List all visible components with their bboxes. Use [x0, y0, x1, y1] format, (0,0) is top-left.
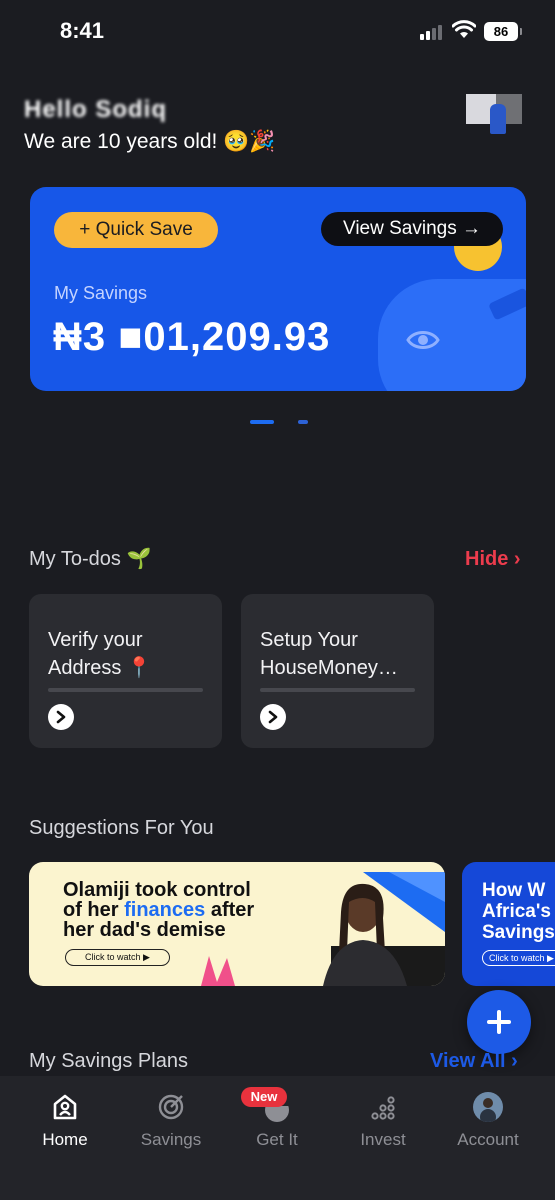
cellular-signal-icon: [420, 24, 446, 40]
target-icon: [158, 1094, 184, 1120]
nav-account[interactable]: Account: [438, 1092, 538, 1150]
suggestions-title: Suggestions For You: [29, 817, 214, 839]
click-to-watch-button[interactable]: Click to watch ▶: [65, 949, 170, 966]
view-savings-button[interactable]: View Savings →: [321, 212, 503, 246]
home-icon: [53, 1094, 77, 1120]
nav-invest[interactable]: Invest: [333, 1092, 433, 1150]
nav-savings[interactable]: Savings: [121, 1092, 221, 1150]
banner-headline: Olamiji took control of her finances aft…: [63, 879, 255, 941]
carousel-dot-active: [250, 420, 274, 424]
flower-decoration: [201, 956, 235, 986]
savings-plans-title: My Savings Plans: [29, 1050, 188, 1072]
invest-icon: [371, 1096, 395, 1120]
status-bar: 8:41 86: [0, 0, 555, 64]
eye-icon[interactable]: [406, 327, 440, 353]
click-to-watch-button[interactable]: Click to watch ▶: [482, 950, 555, 966]
bottom-navigation: Home Savings Get It New Invest Account: [0, 1076, 555, 1200]
greeting-subtitle: We are 10 years old! 🥹🎉: [24, 130, 276, 153]
todos-title: My To-dos 🌱: [29, 548, 152, 570]
carousel-indicator: [250, 420, 328, 438]
hide-todos-link[interactable]: Hide ›: [465, 548, 521, 571]
savings-label: My Savings: [54, 283, 148, 303]
suggestion-banner-savings[interactable]: How W Africa's Savings Click to watch ▶: [462, 862, 555, 986]
status-time: 8:41: [60, 18, 105, 43]
add-plus-button[interactable]: [467, 990, 531, 1054]
profile-avatar[interactable]: [466, 90, 524, 136]
greeting-block: Hello Sodiq We are 10 years old! 🥹🎉: [24, 96, 276, 154]
todo-text: Verify your Address 📍: [48, 629, 152, 679]
banner-headline: How W Africa's Savings: [482, 880, 555, 943]
quick-save-button[interactable]: + Quick Save: [54, 212, 218, 248]
suggestion-banner-olamiji[interactable]: Olamiji took control of her finances aft…: [29, 862, 445, 986]
new-badge: New: [241, 1087, 287, 1107]
todo-text: Setup Your HouseMoney…: [260, 629, 398, 679]
battery-indicator: 86: [484, 22, 522, 41]
wifi-icon: [452, 20, 476, 38]
todo-card-housemoney[interactable]: Setup Your HouseMoney…: [241, 594, 434, 748]
greeting-name: Hello Sodiq: [24, 96, 167, 123]
avatar-icon: [473, 1092, 503, 1122]
view-all-link[interactable]: View All ›: [430, 1050, 518, 1073]
todo-progress-bar: [260, 688, 415, 692]
todo-progress-bar: [48, 688, 203, 692]
nav-home[interactable]: Home: [15, 1092, 115, 1150]
person-illustration: [323, 872, 445, 986]
chevron-right-icon[interactable]: [48, 704, 74, 730]
chevron-right-icon[interactable]: [260, 704, 286, 730]
carousel-dot: [298, 420, 309, 424]
savings-balance: ₦3 ■01,209.93: [53, 315, 331, 359]
savings-card[interactable]: + Quick Save View Savings → My Savings ₦…: [30, 187, 526, 391]
todo-card-verify-address[interactable]: Verify your Address 📍: [29, 594, 222, 748]
